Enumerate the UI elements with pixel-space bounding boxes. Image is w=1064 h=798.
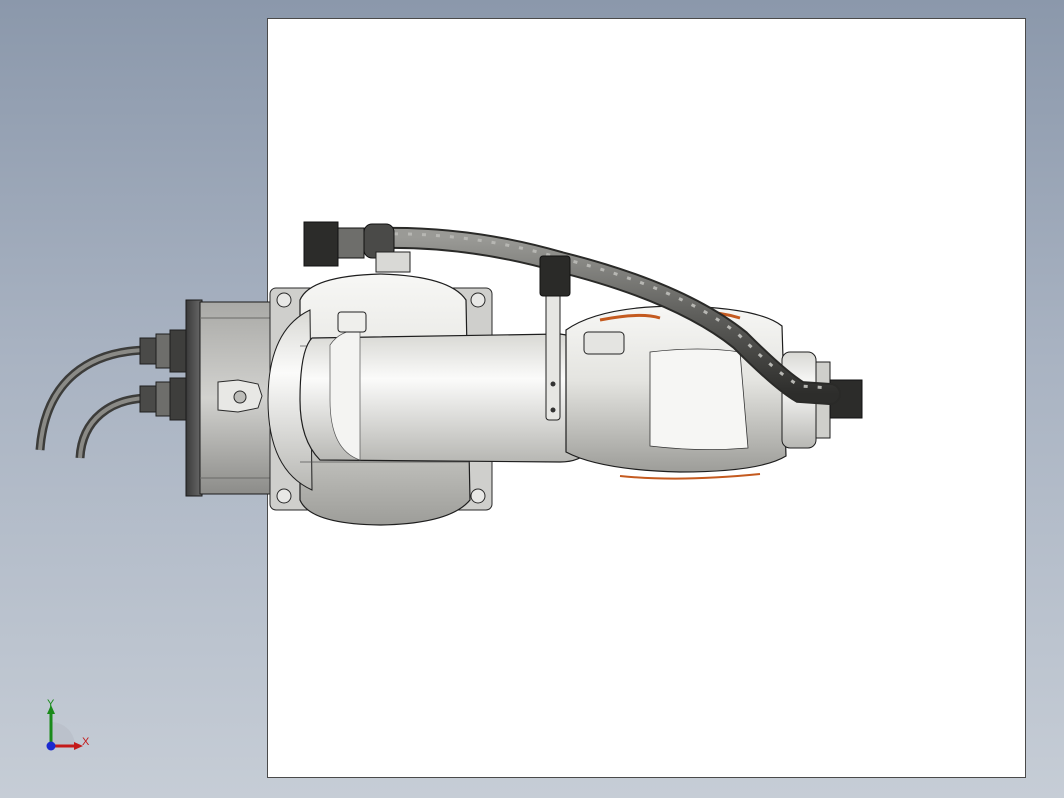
- hose-connector: [303, 221, 411, 273]
- robot-arm-model[interactable]: [0, 0, 1064, 798]
- cable-connectors: [139, 329, 187, 421]
- power-cables: [35, 345, 151, 459]
- y-axis-label: Y: [47, 698, 55, 710]
- graphics-viewport[interactable]: Y X: [0, 0, 1064, 798]
- forearm-housing[interactable]: [565, 305, 787, 480]
- x-axis-label: X: [82, 736, 90, 748]
- z-axis-dot: [46, 741, 56, 751]
